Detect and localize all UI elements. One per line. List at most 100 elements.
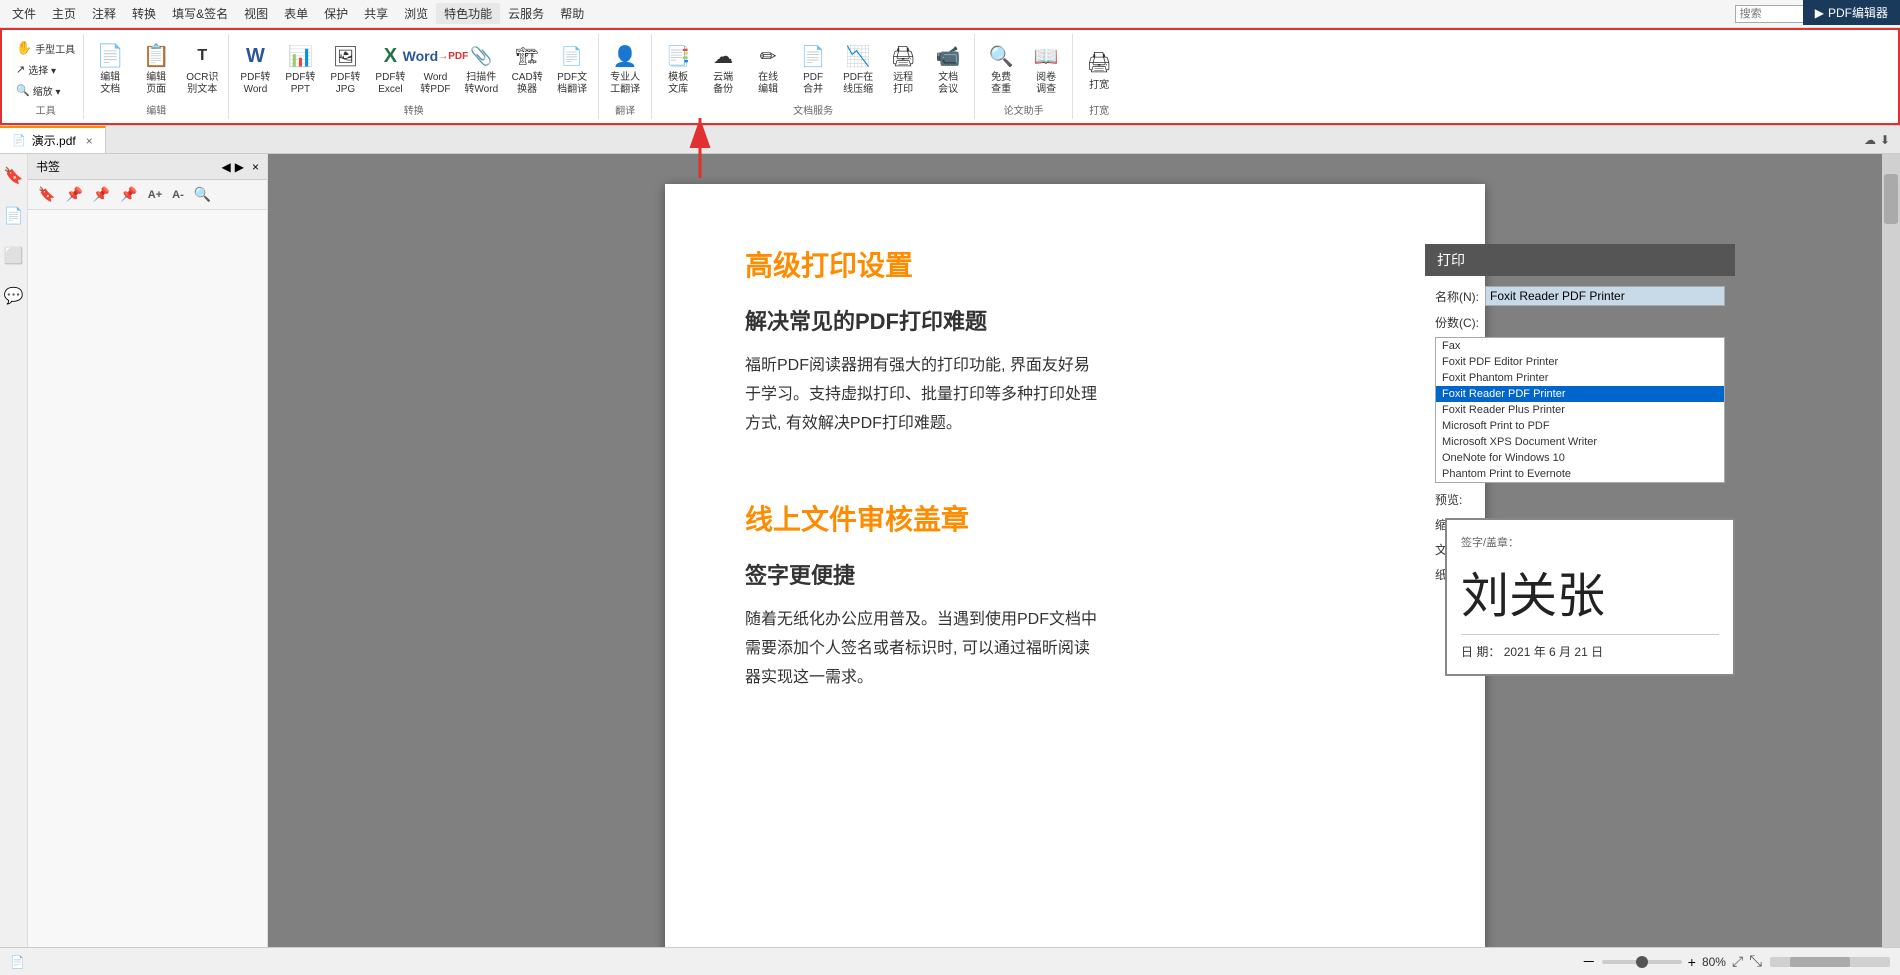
pdf-to-ppt-btn[interactable]: 📊 PDF转PPT [278,38,322,100]
pdf-to-ppt-icon: 📊 [284,42,316,70]
sidebar-tool-bookmark[interactable]: 🔖 [36,184,57,205]
menu-help[interactable]: 帮助 [552,3,592,24]
edit-page-btn[interactable]: 📋 编辑页面 [134,38,178,100]
printer-ms-pdf[interactable]: Microsoft Print to PDF [1436,418,1724,434]
pdf-to-jpg-btn[interactable]: 🖼 PDF转JPG [323,38,367,100]
printer-onenote[interactable]: OneNote for Windows 10 [1436,450,1724,466]
ribbon-toolbar: ✋ 手型工具 ↗ 选择 ▾ 🔍 缩放 ▾ 工具 📄 编辑文档 [0,28,1900,125]
pdf-editor-label: PDF编辑器 [1828,4,1888,21]
pdf-compress-btn[interactable]: 📉 PDF在线压缩 [836,38,880,100]
sidebar-close-icon[interactable]: × [252,160,259,174]
menu-comment[interactable]: 注释 [84,3,124,24]
menu-form[interactable]: 表单 [276,3,316,24]
pdf-merge-icon: 📄 [797,42,829,70]
menu-file[interactable]: 文件 [4,3,44,24]
zoom-expand-icon[interactable]: ⤢ [1732,953,1743,963]
ocr-btn[interactable]: T OCR识别文本 [180,38,224,100]
print-btn[interactable]: 🖨 打宽 [1077,38,1121,100]
pdf-editor-button[interactable]: ▶ PDF编辑器 [1803,0,1900,25]
pdf-translate-btn[interactable]: 📄 PDF文档翻译 [550,38,594,100]
remote-print-btn[interactable]: 🖨 远程打印 [881,38,925,100]
section2-subtitle: 签字更便捷 [745,558,1405,590]
ribbon-group-print: 🖨 打宽 打宽 [1073,34,1125,119]
print-copies-row: 份数(C): [1435,312,1725,331]
sidebar-tool-search[interactable]: 🔍 [192,184,213,205]
pdf-to-jpg-icon: 🖼 [329,42,361,70]
grading-survey-btn[interactable]: 📖 阅卷调查 [1024,38,1068,100]
horizontal-scrollbar-thumb[interactable] [1790,957,1850,964]
menu-sign[interactable]: 填写&签名 [164,3,236,24]
template-lib-icon: 📑 [662,42,694,70]
doc-meeting-btn[interactable]: 📹 文档会议 [926,38,970,100]
ribbon-group-edit: 📄 编辑文档 📋 编辑页面 T OCR识别文本 编辑 [84,34,229,119]
tool-select[interactable]: ↗ 选择 ▾ [12,60,79,79]
group-label-paper: 论文助手 [1004,102,1044,117]
left-icon-page[interactable]: 📄 [0,202,27,230]
sidebar-prev-icon[interactable]: ◀ [222,160,231,174]
full-screen-icon[interactable]: ⤡ [1749,953,1762,964]
cad-converter-btn[interactable]: 🏗 CAD转换器 [505,38,549,100]
printer-foxit-pdf-editor[interactable]: Foxit PDF Editor Printer [1436,354,1724,370]
template-lib-btn[interactable]: 📑 模板文库 [656,38,700,100]
left-icon-comment[interactable]: 💬 [0,282,27,310]
menu-special[interactable]: 特色功能 [436,3,500,24]
menu-browse[interactable]: 浏览 [396,3,436,24]
horizontal-scrollbar[interactable] [1770,957,1890,964]
zoom-plus-btn[interactable]: + [1688,954,1696,964]
sidebar-tool-pin2[interactable]: 📌 [91,184,112,205]
sidebar-next-icon[interactable]: ▶ [235,160,244,174]
pro-translate-btn[interactable]: 👤 专业人工翻译 [603,38,647,100]
sidebar-tool-pin3[interactable]: 📌 [118,184,139,205]
print-name-input[interactable] [1485,286,1725,306]
sidebar-header-icons: ◀ ▶ × [222,160,259,174]
ocr-icon: T [186,42,218,70]
zoom-minus-btn[interactable]: － [1582,952,1596,964]
menu-protect[interactable]: 保护 [316,3,356,24]
group-label-docservices: 文档服务 [793,102,833,117]
menu-cloud[interactable]: 云服务 [500,3,552,24]
doc-scroll-content[interactable]: 高级打印设置 解决常见的PDF打印难题 福昕PDF阅读器拥有强大的打印功能, 界… [268,154,1882,963]
doc-tab-close-btn[interactable]: × [86,134,93,148]
zoom-slider[interactable] [1602,960,1682,964]
doc-viewer-inner: 高级打印设置 解决常见的PDF打印难题 福昕PDF阅读器拥有强大的打印功能, 界… [268,154,1900,963]
section2: 线上文件审核盖章 签字更便捷 随着无纸化办公应用普及。当遇到使用PDF文档中需要… [745,498,1405,692]
printer-ms-xps[interactable]: Microsoft XPS Document Writer [1436,434,1724,450]
menu-convert[interactable]: 转换 [124,3,164,24]
pdf-merge-btn[interactable]: 📄 PDF合并 [791,38,835,100]
online-edit-btn[interactable]: ✏ 在线编辑 [746,38,790,100]
ribbon-group-translation: 👤 专业人工翻译 翻译 [599,34,652,119]
vertical-scrollbar[interactable]: ▼ [1882,154,1900,963]
printer-foxit-reader[interactable]: Foxit Reader PDF Printer [1436,386,1724,402]
sidebar-header: 书签 ◀ ▶ × [28,154,267,180]
scan-to-word-btn[interactable]: 📎 扫描件转Word [458,38,504,100]
menu-share[interactable]: 共享 [356,3,396,24]
printer-phantom-evernote[interactable]: Phantom Print to Evernote [1436,466,1724,482]
sidebar-tool-zoom-in-text[interactable]: A+ [146,187,164,203]
menu-view[interactable]: 视图 [236,3,276,24]
edit-doc-btn[interactable]: 📄 编辑文档 [88,38,132,100]
scrollbar-thumb[interactable] [1884,174,1898,224]
printer-fax[interactable]: Fax [1436,338,1724,354]
check-plagiarism-btn[interactable]: 🔍 免费查重 [979,38,1023,100]
print-preview-row: 预览: [1435,489,1725,508]
pdf-to-word-btn[interactable]: W PDF转Word [233,38,277,100]
left-icon-layers[interactable]: ⬜ [0,242,27,270]
cad-converter-icon: 🏗 [511,42,543,70]
left-icon-bookmark[interactable]: 🔖 [0,162,27,190]
pro-translate-icon: 👤 [609,42,641,70]
sidebar-tool-zoom-out-text[interactable]: A- [170,187,186,203]
zoom-handle[interactable] [1636,956,1648,964]
cloud-backup-btn[interactable]: ☁ 云端备份 [701,38,745,100]
tool-hand[interactable]: ✋ 手型工具 [12,38,79,58]
group-label-print: 打宽 [1089,102,1109,117]
printer-foxit-reader-plus[interactable]: Foxit Reader Plus Printer [1436,402,1724,418]
print-printer-list: Fax Foxit PDF Editor Printer Foxit Phant… [1435,337,1725,483]
group-label-translation: 翻译 [615,102,635,117]
word-to-pdf-btn[interactable]: Word→PDF Word转PDF [413,38,457,100]
doc-tab-demo[interactable]: 📄 演示.pdf × [0,126,106,153]
menu-home[interactable]: 主页 [44,3,84,24]
sidebar-tool-pin1[interactable]: 📌 [63,184,84,205]
pdf-editor-arrow-icon: ▶ [1815,6,1824,20]
tool-zoom[interactable]: 🔍 缩放 ▾ [12,81,79,100]
printer-foxit-phantom[interactable]: Foxit Phantom Printer [1436,370,1724,386]
